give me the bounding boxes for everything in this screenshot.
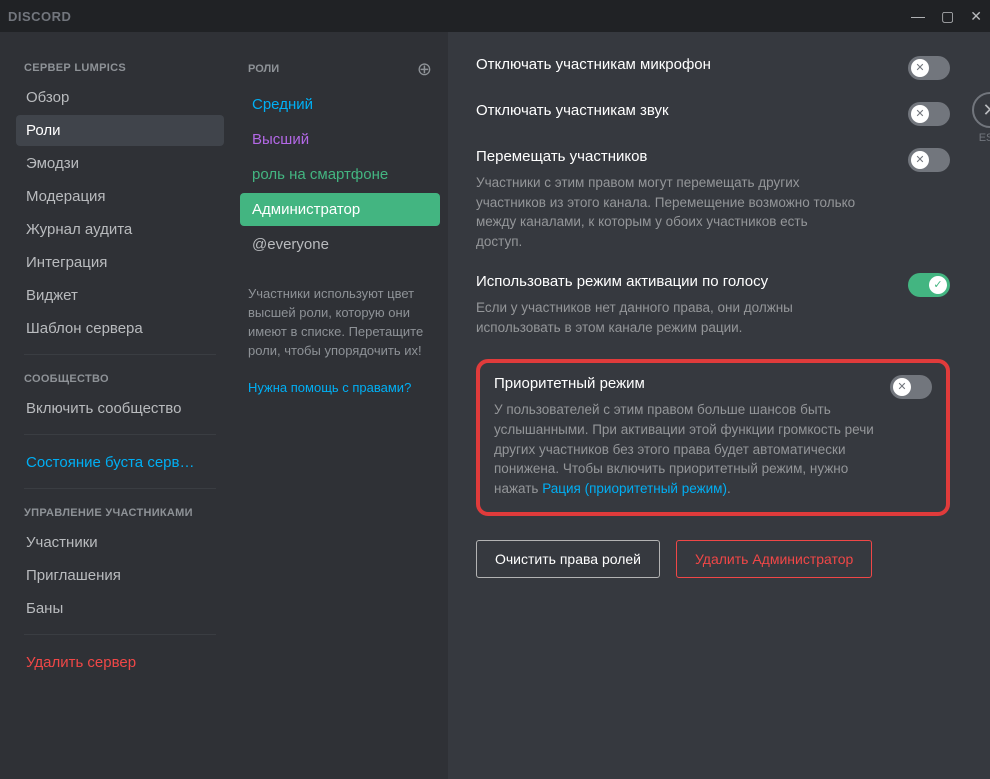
sidebar-item-boost-status[interactable]: Состояние буста серв… [16, 447, 224, 478]
sidebar-item-roles[interactable]: Роли [16, 115, 224, 146]
x-icon: ✕ [915, 109, 924, 120]
perm-move-toggle[interactable]: ✕ [908, 148, 950, 172]
perm-priority-desc: У пользователей с этим правом больше шан… [494, 400, 890, 498]
priority-highlight-box: Приоритетный режим У пользователей с эти… [476, 359, 950, 516]
roles-hint-text: Участники используют цвет высшей роли, к… [240, 275, 440, 370]
sidebar-item-moderation[interactable]: Модерация [16, 181, 224, 212]
window-minimize[interactable]: — [911, 8, 925, 25]
role-item-medium[interactable]: Средний [240, 88, 440, 121]
role-item-smartphone[interactable]: роль на смартфоне [240, 158, 440, 191]
sidebar-item-overview[interactable]: Обзор [16, 82, 224, 113]
clear-permissions-button[interactable]: Очистить права ролей [476, 540, 660, 578]
sidebar-header-community: СООБЩЕСТВО [16, 367, 224, 391]
x-icon: ✕ [915, 155, 924, 166]
check-icon: ✓ [933, 280, 942, 291]
x-icon: ✕ [915, 63, 924, 74]
app-logo: DISCORD [8, 9, 71, 24]
sidebar-item-emoji[interactable]: Эмодзи [16, 148, 224, 179]
perm-priority-title: Приоритетный режим [494, 375, 890, 392]
sidebar-item-audit-log[interactable]: Журнал аудита [16, 214, 224, 245]
settings-sidebar: СЕРВЕР LUMPICS Обзор Роли Эмодзи Модерац… [0, 32, 232, 779]
sidebar-item-delete-server[interactable]: Удалить сервер [16, 647, 224, 678]
role-item-high[interactable]: Высший [240, 123, 440, 156]
roles-header-label: РОЛИ [248, 63, 279, 75]
close-settings-button[interactable]: ✕ [972, 92, 990, 128]
permissions-content: Отключать участникам микрофон ✕ Отключат… [448, 32, 990, 779]
priority-hotkey-link[interactable]: Рация (приоритетный режим) [542, 481, 727, 496]
perm-priority-toggle[interactable]: ✕ [890, 375, 932, 399]
sidebar-item-integration[interactable]: Интеграция [16, 247, 224, 278]
perm-voice-activity-toggle[interactable]: ✓ [908, 273, 950, 297]
sidebar-header-server: СЕРВЕР LUMPICS [16, 56, 224, 80]
window-maximize[interactable]: ▢ [941, 8, 954, 25]
perm-deafen-toggle[interactable]: ✕ [908, 102, 950, 126]
perm-mute-toggle[interactable]: ✕ [908, 56, 950, 80]
perm-voice-activity-title: Использовать режим активации по голосу [476, 273, 856, 290]
sidebar-item-invites[interactable]: Приглашения [16, 560, 224, 591]
sidebar-header-members: УПРАВЛЕНИЕ УЧАСТНИКАМИ [16, 501, 224, 525]
window-close[interactable]: ✕ [970, 8, 982, 25]
delete-role-button[interactable]: Удалить Администратор [676, 540, 872, 578]
perm-move-title: Перемещать участников [476, 148, 856, 165]
role-item-admin[interactable]: Администратор [240, 193, 440, 226]
x-icon: ✕ [897, 382, 906, 393]
roles-help-link[interactable]: Нужна помощь с правами? [240, 370, 440, 405]
roles-list-column: РОЛИ ⊕ Средний Высший роль на смартфоне … [232, 32, 448, 779]
add-role-icon[interactable]: ⊕ [417, 62, 432, 76]
sidebar-item-enable-community[interactable]: Включить сообщество [16, 393, 224, 424]
sidebar-item-bans[interactable]: Баны [16, 593, 224, 624]
perm-move-desc: Участники с этим правом могут перемещать… [476, 173, 856, 251]
role-item-everyone[interactable]: @everyone [240, 228, 440, 261]
sidebar-item-template[interactable]: Шаблон сервера [16, 313, 224, 344]
perm-voice-activity-desc: Если у участников нет данного права, они… [476, 298, 856, 337]
esc-label: ESC [972, 132, 990, 144]
perm-deafen-title: Отключать участникам звук [476, 102, 669, 119]
perm-mute-title: Отключать участникам микрофон [476, 56, 711, 73]
sidebar-item-members[interactable]: Участники [16, 527, 224, 558]
sidebar-item-widget[interactable]: Виджет [16, 280, 224, 311]
